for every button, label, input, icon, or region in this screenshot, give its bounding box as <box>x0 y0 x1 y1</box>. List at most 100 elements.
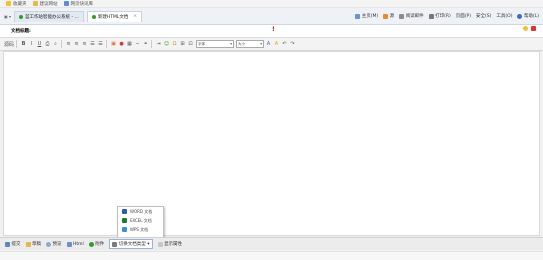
switch-document-type-button[interactable]: 切换文档类型 ▾ <box>109 239 153 249</box>
print-icon[interactable]: ⎙ <box>44 40 51 48</box>
feeds-label: 源 <box>389 14 395 19</box>
unordered-list-icon[interactable]: ☰ <box>97 40 104 48</box>
home-icon <box>355 13 361 19</box>
tab-label: 蓝工作站智能办公系统 - ... <box>25 14 79 20</box>
highlight-color-icon[interactable]: A <box>273 40 280 48</box>
top-right-icons <box>523 26 536 31</box>
indent-icon[interactable]: ⇥ <box>155 40 162 48</box>
flash-icon[interactable]: ● <box>118 40 125 48</box>
folder-icon <box>32 1 38 6</box>
chevron-down-icon: ▾ <box>230 42 233 46</box>
favorites-button[interactable]: 收藏夹 <box>6 1 27 7</box>
source-button[interactable]: 源码 <box>4 40 14 48</box>
safety-menu[interactable]: 安全(S) <box>476 13 491 19</box>
tools-menu[interactable]: 工具(O) <box>496 13 512 19</box>
submit-label: 提交 <box>11 242 21 247</box>
search-icon[interactable]: ⌕ <box>52 40 59 48</box>
read-mail-label: 阅读邮件 <box>405 14 424 19</box>
bottom-action-bar: 提交 草稿 预览 Html 附件 切换文档类型 ▾ 显示属性 <box>0 237 543 250</box>
smiley-icon[interactable]: ☺ <box>163 40 170 48</box>
menu-item-label: WORD 文档 <box>130 208 153 214</box>
quick-tabs-button[interactable]: ▣ ▾ <box>4 14 11 19</box>
refresh-icon[interactable] <box>523 26 528 31</box>
draft-button[interactable]: 草稿 <box>25 241 41 247</box>
size-select[interactable]: 大小 ▾ <box>236 40 265 48</box>
read-mail-button[interactable]: 阅读邮件 <box>399 13 424 19</box>
line-icon[interactable]: ─ <box>134 40 141 48</box>
size-select-label: 大小 <box>238 41 246 46</box>
star-icon <box>6 1 11 6</box>
align-right-icon[interactable]: ≡ <box>81 40 88 48</box>
preview-icon <box>46 241 51 247</box>
image-icon[interactable]: ▣ <box>110 40 117 48</box>
tab-new-html-document[interactable]: 新建HTML文档 × <box>86 10 143 22</box>
home-button[interactable]: 主页(M) <box>355 13 378 19</box>
close-tab-icon[interactable]: × <box>133 14 137 19</box>
favorites-bar: 收藏夹 建议网站 网页快讯库 <box>0 0 543 8</box>
suggested-sites-label: 建议网站 <box>39 1 58 7</box>
document-title-input[interactable] <box>60 27 274 36</box>
tab-bar: ▣ ▾ 蓝工作站智能办公系统 - ... 新建HTML文档 × 主页(M) 源 … <box>0 8 543 25</box>
preview-button[interactable]: 预览 <box>46 241 62 247</box>
help-menu[interactable]: 帮助(L) <box>517 13 539 19</box>
favorites-label: 收藏夹 <box>13 1 27 7</box>
redo-icon[interactable]: ↷ <box>289 40 296 48</box>
attachment-icon <box>88 241 94 247</box>
bookmark-icon[interactable] <box>531 26 536 31</box>
html-button[interactable]: Html <box>66 241 84 247</box>
text-color-icon[interactable]: A <box>265 40 272 48</box>
special-char-icon[interactable]: Ω <box>171 40 178 48</box>
site-icon <box>91 14 96 19</box>
attachment-label: 附件 <box>95 242 105 247</box>
page-menu[interactable]: 页面(P) <box>456 13 471 19</box>
draft-label: 草稿 <box>32 242 41 247</box>
excel-icon <box>122 218 127 223</box>
web-slice-link[interactable]: 网页快讯库 <box>63 1 93 7</box>
source-label: 源码 <box>4 41 15 48</box>
tab-office-system[interactable]: 蓝工作站智能办公系统 - ... <box>14 10 84 22</box>
font-select[interactable]: 字体 ▾ <box>196 40 235 48</box>
html-icon <box>66 241 72 247</box>
tab-label: 新建HTML文档 <box>97 14 129 20</box>
tools-label: 工具(O) <box>496 14 513 19</box>
attachment-button[interactable]: 附件 <box>88 241 105 247</box>
toolbar-separator <box>61 40 63 48</box>
document-icon <box>112 241 118 247</box>
select-all-icon[interactable]: ⊡ <box>187 40 194 48</box>
editor-toolbar: 源码 B I U ⎙ ⌕ ≡ ≡ ≡ ☰ ☰ ▣ ● ▦ ─ ⚭ ⇥ ☺ Ω ⊞… <box>0 38 543 51</box>
submit-button[interactable]: 提交 <box>5 241 21 247</box>
toolbar-separator <box>151 40 153 48</box>
table-icon[interactable]: ▦ <box>126 40 133 48</box>
show-properties-label: 显示属性 <box>164 242 183 247</box>
chevron-down-icon: ▾ <box>260 42 263 46</box>
italic-button[interactable]: I <box>28 40 35 48</box>
print-icon <box>428 13 434 19</box>
undo-icon[interactable]: ↶ <box>281 40 288 48</box>
print-label: 打印(R) <box>435 14 451 19</box>
bold-button[interactable]: B <box>20 40 27 48</box>
menu-item-wps[interactable]: WPS 文档 <box>118 225 163 234</box>
word-icon <box>122 209 127 214</box>
align-center-icon[interactable]: ≡ <box>73 40 80 48</box>
align-left-icon[interactable]: ≡ <box>65 40 72 48</box>
ordered-list-icon[interactable]: ☰ <box>89 40 96 48</box>
feeds-button[interactable]: 源 <box>383 13 394 19</box>
editor-content-area[interactable] <box>3 51 540 236</box>
underline-button[interactable]: U <box>36 40 43 48</box>
mail-icon <box>399 13 405 19</box>
draft-icon <box>25 241 31 247</box>
site-icon <box>19 14 24 19</box>
font-select-label: 字体 <box>198 41 206 46</box>
menu-item-word[interactable]: WORD 文档 <box>118 207 163 216</box>
page-break-icon[interactable]: ⊞ <box>179 40 186 48</box>
link-icon[interactable]: ⚭ <box>142 40 149 48</box>
suggested-sites-link[interactable]: 建议网站 <box>32 1 58 7</box>
menu-item-label: WPS 文档 <box>130 226 149 232</box>
show-properties-button[interactable]: 显示属性 <box>157 241 183 247</box>
print-button[interactable]: 打印(R) <box>428 13 451 19</box>
page-label: 页面(P) <box>455 14 472 19</box>
required-marker: ! <box>272 26 275 33</box>
wps-icon <box>122 227 127 232</box>
menu-item-excel[interactable]: EXCEL 文档 <box>118 216 163 225</box>
switch-document-type-label: 切换文档类型 <box>118 242 146 247</box>
